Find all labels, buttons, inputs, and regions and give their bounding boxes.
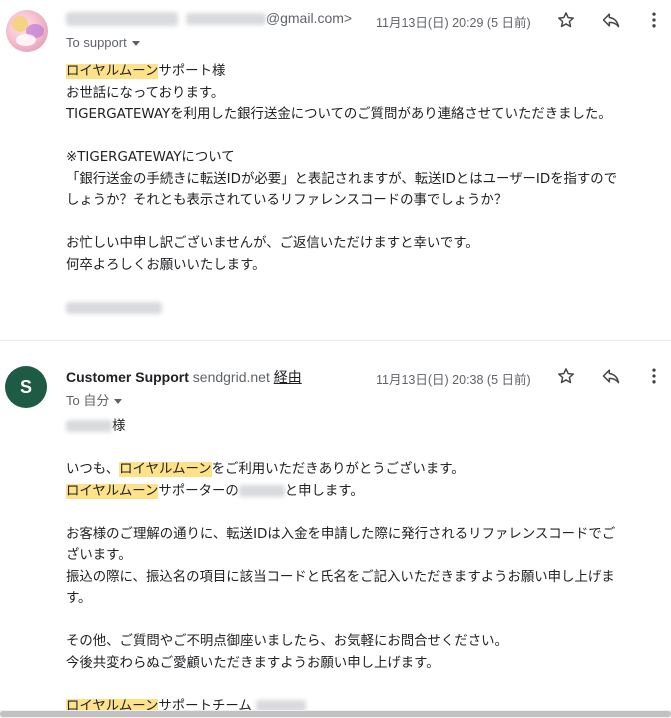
more-options-button[interactable]	[641, 363, 667, 389]
star-button[interactable]	[553, 363, 579, 389]
email-message-2: S Customer Support sendgrid.net 経由 To 自分…	[0, 341, 671, 714]
supporter-name-redacted	[238, 484, 285, 497]
sender-email-redacted	[185, 13, 266, 26]
message-body: 様 いつも、ロイヤルムーンをご利用いただきありがとうございます。 ロイヤルムーン…	[66, 416, 666, 717]
recipient-label: To 自分	[66, 393, 110, 408]
greeting-line: ロイヤルムーンサポート様	[66, 64, 226, 79]
star-button[interactable]	[553, 7, 579, 33]
recipient-details[interactable]: To 自分	[66, 390, 123, 409]
greeting-line: 様	[66, 416, 666, 438]
body-line: 何卒よろしくお願いいたします。	[66, 257, 266, 273]
recipient-name-redacted	[66, 420, 112, 432]
body-line: ※TIGERGATEWAYについて	[66, 150, 235, 165]
sender-email-suffix: @gmail.com>	[265, 10, 353, 26]
highlight-text: ロイヤルムーン	[66, 483, 159, 499]
body-line: ざいます。	[66, 548, 132, 563]
sender-avatar[interactable]: S	[5, 366, 47, 408]
email-message-1: @gmail.com> To support 11月13日(日) 20:29 (…	[0, 0, 671, 340]
more-options-button[interactable]	[641, 7, 667, 33]
recipient-details[interactable]: To support	[66, 35, 140, 50]
reply-icon	[602, 13, 620, 28]
body-line: お客様のご理解の通りに、転送IDは入金を申請した際に発行されるリファレンスコード…	[66, 526, 616, 542]
more-vert-icon	[652, 12, 656, 28]
star-icon	[558, 368, 574, 384]
body-line: その他、ご質問やご不明点御座いましたら、お気軽にお問合せください。	[66, 634, 508, 649]
sender-name: Customer Support	[66, 369, 189, 385]
via-link[interactable]: 経由	[274, 369, 302, 385]
body-line: ロイヤルムーンサポーターの と申します。	[66, 483, 364, 499]
sender-line[interactable]: @gmail.com>	[66, 10, 353, 27]
chevron-down-icon[interactable]	[131, 41, 140, 47]
body-line: す。	[66, 591, 92, 606]
chevron-down-icon[interactable]	[114, 399, 123, 405]
sender-name-redacted	[66, 12, 178, 27]
reply-button[interactable]	[598, 363, 624, 389]
horizontal-scrollbar[interactable]	[0, 710, 671, 718]
highlight-text: ロイヤルムーン	[66, 64, 159, 79]
body-line: 今後共変わらぬご愛顧いただきますようお願い申し上げます。	[66, 655, 440, 671]
sender-line[interactable]: Customer Support sendgrid.net 経由	[66, 367, 302, 387]
star-icon	[558, 12, 574, 28]
sender-domain: sendgrid.net	[192, 369, 270, 385]
body-line: お世話になっております。	[66, 85, 225, 101]
reply-icon	[602, 369, 620, 384]
signature-redacted	[66, 298, 666, 320]
highlight-text: ロイヤルムーン	[119, 462, 212, 477]
body-line: お忙しい中申し訳ございませんが、ご返信いただけますと幸いです。	[66, 236, 479, 251]
body-line: 振込の際に、振込名の項目に該当コードと氏名をご記入いただきますようお願い申し上げ…	[66, 569, 615, 585]
body-line: いつも、ロイヤルムーンをご利用いただきありがとうございます。	[66, 462, 465, 477]
sender-avatar[interactable]	[6, 10, 48, 52]
body-line: TIGERGATEWAYを利用した銀行送金についてのご質問があり連絡させていただ…	[66, 107, 612, 122]
body-line: しょうか？それとも表示されているリファレンスコードの事でしょうか？	[66, 193, 508, 208]
more-vert-icon	[652, 368, 656, 384]
reply-button[interactable]	[598, 7, 624, 33]
message-body: ロイヤルムーンサポート様 お世話になっております。 TIGERGATEWAYを利…	[66, 61, 666, 319]
recipient-label: To support	[66, 35, 127, 50]
body-line: 「銀行送金の手続きに転送IDが必要」と表記されますが、転送IDとはユーザーIDを…	[66, 171, 618, 187]
message-date: 11月13日(日) 20:38 (5 日前)	[376, 373, 531, 387]
message-date: 11月13日(日) 20:29 (5 日前)	[376, 16, 531, 30]
scrollbar-thumb[interactable]	[0, 711, 671, 717]
